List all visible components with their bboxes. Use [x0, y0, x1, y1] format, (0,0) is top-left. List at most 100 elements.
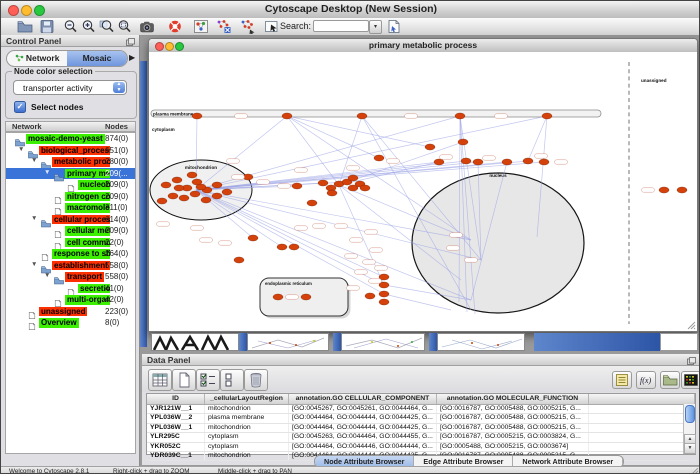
network-node[interactable] [677, 187, 687, 193]
network-node[interactable] [455, 113, 465, 119]
tree-node-label[interactable]: cellular process [52, 215, 110, 225]
background-window-edge[interactable] [333, 333, 341, 351]
tree-row[interactable]: ▼metabolic process280(0) [6, 156, 135, 168]
tree-row[interactable]: mosaic-demo-yeast874(0) [6, 133, 135, 145]
network-node[interactable] [222, 189, 232, 195]
column-header[interactable]: annotation.GO CELLULAR_COMPONENT [289, 394, 437, 404]
tree-row[interactable]: unassigned223(0) [6, 306, 135, 318]
unselect-attributes-icon[interactable] [220, 369, 244, 391]
tree-row[interactable]: cell communicat22(0) [6, 237, 135, 249]
import-attributes-icon[interactable] [660, 371, 680, 389]
delete-attribute-icon[interactable] [244, 369, 268, 391]
table-row[interactable]: YPL036W__1mitochondrion[GO:0044464, GO:0… [147, 424, 695, 433]
tree-node-label[interactable]: Overview [39, 318, 79, 328]
tree-row[interactable]: cellular metabo209(0) [6, 225, 135, 237]
resize-grip-icon[interactable] [691, 468, 699, 474]
tab-mosaic[interactable]: Mosaic [67, 51, 127, 66]
save-icon[interactable] [39, 19, 55, 34]
network-node[interactable] [282, 113, 292, 119]
network-overview-icon[interactable] [193, 19, 209, 34]
tree-node-label[interactable]: mosaic-demo-yeast [26, 134, 105, 144]
network-node[interactable] [289, 244, 299, 250]
float-panel-icon[interactable] [126, 37, 135, 45]
network-node[interactable] [461, 158, 471, 164]
close-window-icon[interactable] [8, 5, 19, 16]
tree-row[interactable]: ▼cellular process614(0) [6, 214, 135, 226]
float-panel-icon[interactable] [687, 356, 696, 364]
camera-icon[interactable] [139, 19, 155, 34]
background-window-edge[interactable] [534, 333, 660, 351]
tree-expander-icon[interactable]: ▼ [44, 272, 50, 279]
zoom-out-icon[interactable] [63, 19, 79, 34]
network-node[interactable] [157, 198, 167, 204]
network-node[interactable] [212, 193, 222, 199]
network-canvas[interactable]: plasma membrane cytoplasm mitochondrion … [149, 52, 697, 331]
background-window-thumbnail[interactable] [341, 333, 425, 351]
tree-node-label[interactable]: response to stimulu [52, 249, 110, 259]
column-header[interactable]: ID [147, 394, 205, 404]
network-node[interactable] [327, 190, 337, 196]
attribute-table-header[interactable]: ID_cellularLayoutRegionannotation.GO CEL… [147, 394, 695, 405]
network-node[interactable] [379, 299, 389, 305]
network-view-window[interactable]: primary metabolic process plasma membran… [148, 38, 698, 332]
tree-expander-icon[interactable]: ▼ [31, 261, 37, 268]
zoom-in-icon[interactable] [81, 19, 97, 34]
search-dropdown-button[interactable]: ▾ [369, 20, 382, 34]
tree-row[interactable]: secretion41(0) [6, 283, 135, 295]
network-node[interactable] [357, 113, 367, 119]
search-input[interactable] [313, 20, 369, 32]
table-scrollbar[interactable]: ▲ ▼ [683, 404, 695, 454]
attribute-table[interactable]: ID_cellularLayoutRegionannotation.GO CEL… [146, 393, 696, 455]
zoom-fit-icon[interactable] [117, 19, 133, 34]
table-row[interactable]: YPL036W__2plasma membrane[GO:0044464, GO… [147, 414, 695, 423]
network-node[interactable] [234, 257, 244, 263]
network-node[interactable] [273, 294, 283, 300]
network-node[interactable] [348, 175, 358, 181]
network-node[interactable] [301, 294, 311, 300]
network-node[interactable] [318, 180, 328, 186]
attribute-table-icon[interactable] [148, 369, 172, 391]
tree-row[interactable]: nucleobase-209(0) [6, 179, 135, 191]
tree-row[interactable]: ▼transport558(0) [6, 271, 135, 283]
background-window-edge[interactable] [239, 333, 247, 351]
background-window-thumbnail[interactable] [660, 333, 698, 351]
tree-node-label[interactable]: nitrogen compo [65, 192, 110, 202]
network-node[interactable] [172, 177, 182, 183]
minimize-window-icon[interactable] [165, 42, 174, 51]
more-tabs-arrow[interactable]: ▶ [129, 53, 135, 62]
tree-row[interactable]: multi-organism pro42(0) [6, 294, 135, 306]
network-node[interactable] [539, 159, 549, 165]
network-node[interactable] [425, 144, 435, 150]
tree-node-label[interactable]: transport [65, 272, 104, 282]
network-node[interactable] [307, 200, 317, 206]
network-node[interactable] [659, 187, 669, 193]
open-folder-icon[interactable] [17, 19, 33, 34]
select-nodes-checkbox[interactable]: ✓ [14, 101, 26, 113]
network-node[interactable] [434, 159, 444, 165]
network-node[interactable] [374, 155, 384, 161]
formula-builder-icon[interactable]: f(x) [636, 371, 656, 389]
tree-node-label[interactable]: primary metabo [65, 169, 110, 179]
network-node[interactable] [248, 235, 258, 241]
network-node[interactable] [212, 182, 222, 188]
import-network-icon[interactable] [386, 19, 402, 34]
network-node[interactable] [174, 185, 184, 191]
network-node[interactable] [473, 159, 483, 165]
network-node[interactable] [542, 113, 552, 119]
tree-row[interactable]: ▼biological_process651(0) [6, 145, 135, 157]
tree-node-label[interactable]: macromolecule [65, 203, 110, 213]
network-node[interactable] [190, 191, 200, 197]
annotation-select-icon[interactable] [264, 19, 280, 34]
network-window-titlebar[interactable]: primary metabolic process [149, 39, 697, 53]
tree-expander-icon[interactable]: ▼ [31, 157, 37, 164]
tree-node-label[interactable]: metabolic process [52, 157, 110, 167]
destroy-network-icon[interactable] [216, 19, 232, 34]
background-window-thumbnail[interactable] [151, 333, 239, 351]
select-attributes-icon[interactable] [196, 369, 220, 391]
attribute-matrix-icon[interactable] [681, 371, 700, 389]
network-node[interactable] [458, 139, 468, 145]
network-tree-header[interactable]: Network Nodes [5, 121, 136, 132]
tree-node-label[interactable]: cell communicat [65, 238, 110, 248]
create-network-icon[interactable] [240, 19, 256, 34]
network-node[interactable] [196, 184, 206, 190]
